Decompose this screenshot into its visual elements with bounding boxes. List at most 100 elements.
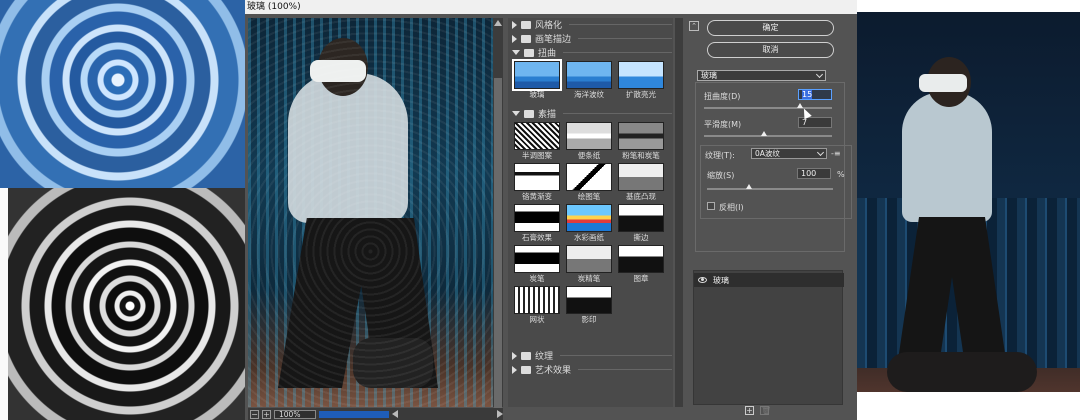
filter-parameters: 扭曲度(D) 15 平滑度(M) 7 纹理(T): 0A波纹 -≡ 缩放(S) … [695, 82, 852, 252]
distort-thumbnails: 玻璃 海洋波纹 扩散亮光 [512, 59, 665, 100]
category-brush-strokes[interactable]: 画笔描边 [512, 32, 672, 45]
thumb-image [618, 163, 664, 191]
texture-menu-icon[interactable]: -≡ [831, 149, 841, 158]
scaling-slider-knob[interactable] [745, 184, 752, 189]
smoothness-input[interactable]: 7 [798, 117, 832, 128]
collapse-arrow-icon [512, 50, 520, 55]
thumb-label: 绘图笔 [577, 192, 601, 201]
filter-thumb-stamp[interactable]: 图章 [617, 245, 665, 284]
vr-headset [919, 74, 967, 92]
effect-layer-glass[interactable]: 玻璃 [694, 273, 844, 287]
filter-thumb-charcoal[interactable]: 炭笔 [513, 245, 561, 284]
filter-thumb-diffuse-glow[interactable]: 扩散亮光 [617, 61, 665, 100]
filter-thumb-halftone[interactable]: 半调图案 [513, 122, 561, 161]
category-label: 艺术效果 [535, 366, 572, 376]
category-label: 素描 [538, 110, 557, 120]
delete-effect-layer-icon[interactable]: 🗑 [760, 406, 771, 415]
chevron-down-icon [816, 148, 825, 157]
filter-thumb-glass[interactable]: 玻璃 [512, 59, 562, 100]
new-effect-layer-icon[interactable]: + [745, 406, 754, 415]
zoom-select[interactable]: 100% [274, 409, 316, 419]
invert-checkbox[interactable] [707, 202, 715, 210]
thumb-image [514, 163, 560, 191]
category-label: 扭曲 [538, 49, 557, 59]
category-sketch[interactable]: 素描 [512, 107, 672, 120]
thumb-image [512, 59, 562, 91]
scroll-thumb[interactable] [494, 78, 502, 408]
filter-thumb-reticulation[interactable]: 网状 [513, 286, 561, 325]
scaling-value: 100 [801, 169, 817, 178]
folder-open-icon [524, 48, 534, 57]
filter-thumb-torn-edges[interactable]: 撕边 [617, 204, 665, 243]
invert-label: 反相(I) [719, 203, 744, 212]
filter-gallery-list: 风格化 画笔描边 扭曲 玻璃 海洋波纹 扩散亮光 素描 半调图案 便条纸 粉笔和… [508, 18, 673, 407]
thumb-image [514, 122, 560, 150]
distortion-input[interactable]: 15 [798, 89, 832, 100]
effect-layers-list: 玻璃 [693, 270, 844, 405]
distortion-slider[interactable] [704, 103, 832, 109]
expand-arrow-icon [512, 365, 517, 374]
filter-thumb-photocopy[interactable]: 影印 [565, 286, 613, 325]
smoothness-slider[interactable] [704, 131, 832, 137]
divider [563, 113, 672, 114]
thumb-label: 石膏效果 [522, 233, 552, 242]
zoom-out-icon[interactable]: − [250, 409, 259, 419]
thumb-label: 便条纸 [577, 151, 601, 160]
filter-thumb-plaster[interactable]: 石膏效果 [513, 204, 561, 243]
thumb-label: 铬黄渐变 [522, 192, 552, 201]
category-stylize[interactable]: 风格化 [512, 18, 672, 31]
smoothness-slider-knob[interactable] [761, 131, 768, 136]
folder-icon [521, 34, 531, 43]
thumb-label: 图章 [633, 274, 649, 283]
eye-icon[interactable] [698, 277, 707, 283]
thumb-label: 海洋波纹 [574, 90, 604, 99]
dialog-title: 玻璃 (100%) [245, 0, 857, 14]
distortion-value: 15 [802, 90, 813, 99]
texture-value: 0A波纹 [755, 149, 780, 158]
preview-vertical-scrollbar[interactable] [493, 18, 503, 408]
category-artistic[interactable]: 艺术效果 [512, 363, 672, 376]
folder-open-icon [524, 109, 534, 118]
thumb-image [566, 122, 612, 150]
filter-thumb-note-paper[interactable]: 便条纸 [565, 122, 613, 161]
filter-thumb-bas-relief[interactable]: 基底凸现 [617, 163, 665, 202]
scroll-right-arrow-icon[interactable] [497, 410, 503, 418]
gallery-scrollbar[interactable] [675, 18, 683, 407]
cancel-button[interactable]: 取消 [707, 42, 834, 58]
filter-thumb-water-paper[interactable]: 水彩画纸 [565, 204, 613, 243]
person-shoes [887, 352, 1037, 392]
divider [569, 24, 672, 25]
thumb-image [514, 204, 560, 232]
water-ripple-image [0, 0, 245, 188]
filter-thumb-graphic-pen[interactable]: 绘图笔 [565, 163, 613, 202]
zoom-in-icon[interactable]: + [262, 409, 271, 419]
scaling-label: 缩放(S) [707, 171, 735, 180]
filter-preview[interactable] [248, 18, 493, 407]
filter-thumb-conte-crayon[interactable]: 炭精笔 [565, 245, 613, 284]
thumb-image [566, 286, 612, 314]
thumb-label: 撕边 [633, 233, 649, 242]
distortion-slider-knob[interactable] [797, 103, 803, 108]
horizontal-scroll-thumb[interactable] [319, 410, 389, 418]
scaling-input[interactable]: 100 [797, 168, 831, 179]
thumb-image [566, 245, 612, 273]
scaling-slider[interactable] [707, 184, 833, 190]
filter-thumb-ocean-ripple[interactable]: 海洋波纹 [565, 61, 613, 100]
texture-label: 纹理(T): [705, 151, 735, 160]
filter-select[interactable]: 玻璃 [697, 70, 826, 81]
filter-thumb-chrome[interactable]: 铬黄渐变 [513, 163, 561, 202]
scroll-up-arrow-icon[interactable] [494, 20, 502, 26]
thumb-image [618, 61, 664, 89]
bw-ripple-image [8, 188, 245, 420]
filter-thumb-chalk-charcoal[interactable]: 粉笔和炭笔 [617, 122, 665, 161]
category-label: 画笔描边 [535, 35, 572, 45]
scroll-left-arrow-icon[interactable] [392, 410, 398, 418]
smoothness-label: 平滑度(M) [704, 120, 742, 129]
ok-button[interactable]: 确定 [707, 20, 834, 36]
category-distort[interactable]: 扭曲 [512, 46, 672, 59]
collapse-gallery-icon[interactable]: ⌃ [689, 21, 699, 31]
thumb-image [514, 245, 560, 273]
category-label: 纹理 [535, 352, 554, 362]
category-texture[interactable]: 纹理 [512, 349, 672, 362]
texture-select[interactable]: 0A波纹 [751, 148, 827, 159]
